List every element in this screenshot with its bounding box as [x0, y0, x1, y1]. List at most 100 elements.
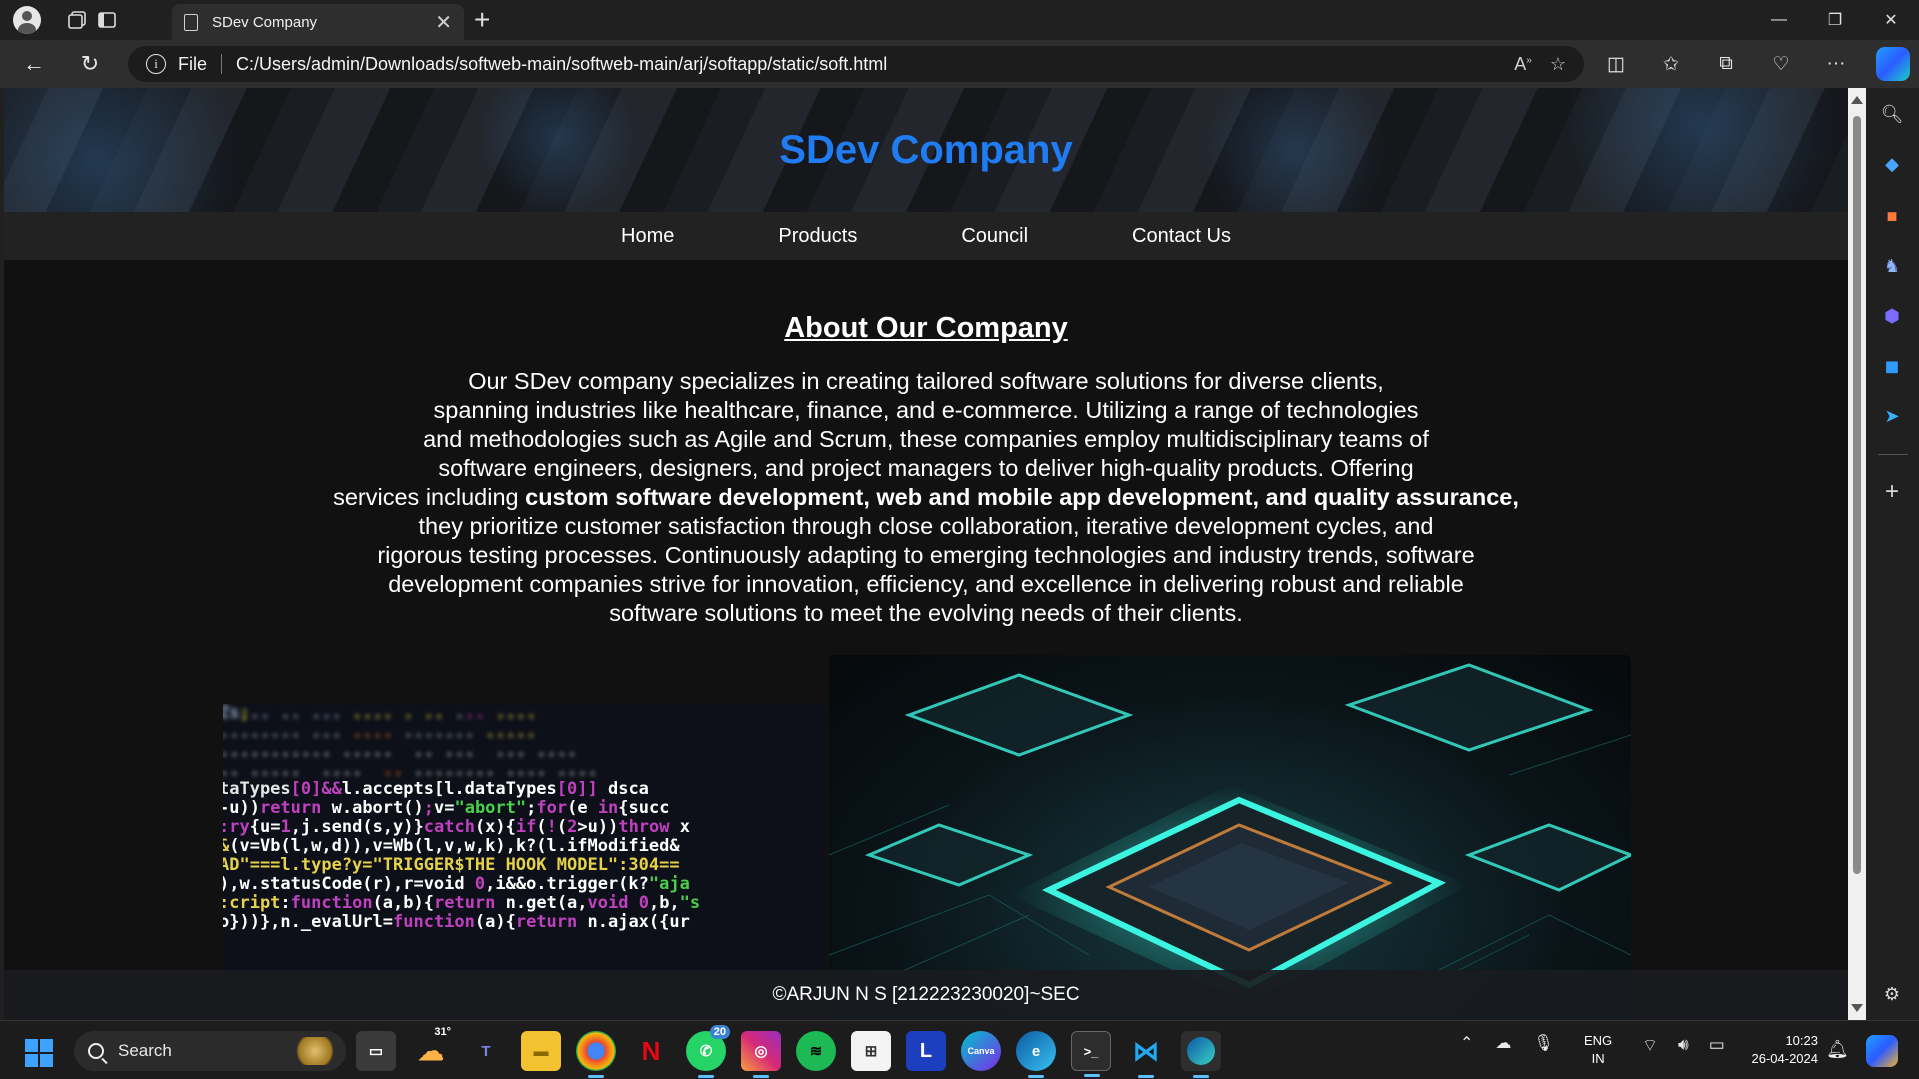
about-paragraph: Our SDev company specializes in creating…	[286, 367, 1566, 628]
edge-sidebar: 🔍︎ ◆ ■ ♞ ⬢ ◼ ➤ + ⚙	[1866, 88, 1919, 1020]
about-line-prefix: services including	[333, 484, 526, 510]
games-icon[interactable]: ♞	[1876, 250, 1908, 282]
address-url[interactable]: C:/Users/admin/Downloads/softweb-main/so…	[236, 54, 887, 75]
nav-link-council[interactable]: Council	[909, 225, 1080, 248]
favorite-star-icon[interactable]: ☆	[1550, 54, 1566, 75]
sidebar-settings-gear-icon[interactable]: ⚙	[1876, 978, 1908, 1010]
send-icon[interactable]: ➤	[1876, 400, 1908, 432]
browser-title-bar: SDev Company ✕ + — ❐ ✕	[0, 0, 1919, 40]
address-scheme-label: File	[178, 53, 208, 74]
microsoft-store-icon[interactable]: ⊞	[851, 1031, 891, 1071]
about-line: development companies strive for innovat…	[388, 571, 1464, 597]
shopping-tag-icon[interactable]: ◆	[1876, 148, 1908, 180]
close-window-icon[interactable]: ✕	[1863, 0, 1919, 40]
vscode-icon[interactable]: ⋈	[1126, 1031, 1166, 1078]
about-line: services including custom software devel…	[286, 483, 1566, 512]
browser-essentials-icon[interactable]: ♡	[1765, 48, 1797, 80]
microphone-icon[interactable]: 🎙︎	[1533, 1033, 1553, 1053]
copilot-taskbar-icon[interactable]	[1866, 1035, 1898, 1067]
outlook-icon[interactable]: ◼	[1876, 350, 1908, 382]
nav-link-contact-us[interactable]: Contact Us	[1080, 225, 1283, 248]
profile-avatar-icon[interactable]	[12, 5, 42, 35]
circuit-chip-image	[829, 655, 1631, 1020]
nav-link-home[interactable]: Home	[569, 225, 726, 248]
onedrive-icon[interactable]: ☁	[1495, 1033, 1511, 1053]
clock-time: 10:23	[1785, 1033, 1818, 1048]
page-header: SDev Company	[4, 88, 1848, 212]
collections-icon[interactable]: ⧉	[1710, 48, 1742, 80]
address-bar[interactable]: i File C:/Users/admin/Downloads/softweb-…	[128, 46, 1584, 82]
search-label: Search	[118, 1041, 172, 1060]
wifi-icon[interactable]: ⌔	[1642, 1035, 1658, 1056]
new-tab-button[interactable]: +	[474, 6, 490, 34]
about-line: rigorous testing processes. Continuously…	[377, 542, 1475, 568]
address-bar-row: ← ↻ i File C:/Users/admin/Downloads/soft…	[0, 40, 1919, 88]
nav-link-products[interactable]: Products	[726, 225, 909, 248]
whatsapp-badge: 20	[709, 1025, 730, 1039]
about-services-bold: custom software development, web and mob…	[525, 484, 1519, 510]
page-footer: ©ARJUN N S [212223230020]~SEC	[4, 970, 1848, 1020]
about-line: software engineers, designers, and proje…	[438, 455, 1414, 481]
copilot-sidebar-icon[interactable]: ⬢	[1876, 300, 1908, 332]
scroll-down-icon[interactable]	[1851, 1004, 1863, 1012]
page-scrollbar[interactable]	[1848, 88, 1866, 1020]
main-nav: Home Products Council Contact Us	[4, 212, 1848, 260]
copilot-icon[interactable]	[1876, 47, 1910, 81]
about-line: Our SDev company specializes in creating…	[468, 368, 1384, 394]
workspaces-icon[interactable]	[62, 5, 92, 35]
tab-title: SDev Company	[212, 13, 318, 31]
about-heading: About Our Company	[784, 312, 1068, 344]
minimize-icon[interactable]: —	[1751, 0, 1807, 40]
page-icon	[184, 13, 198, 31]
teams-icon[interactable]: T	[466, 1031, 506, 1071]
battery-icon[interactable]: ▭	[1709, 1035, 1725, 1056]
refresh-icon[interactable]: ↻	[74, 48, 106, 80]
restore-icon[interactable]: ❐	[1807, 0, 1863, 40]
volume-icon[interactable]: 🔊︎	[1678, 1035, 1689, 1056]
back-arrow-icon[interactable]: ←	[18, 48, 50, 80]
windows-start-icon[interactable]	[25, 1039, 53, 1067]
canva-icon[interactable]: Canva	[961, 1031, 1001, 1071]
edge-active-icon[interactable]	[1181, 1031, 1221, 1078]
edge-icon[interactable]: e	[1016, 1031, 1056, 1078]
weather-icon[interactable]: ☁ 31°	[411, 1026, 451, 1071]
sidebar-search-icon[interactable]: 🔍︎	[1876, 98, 1908, 130]
input-language-indicator[interactable]: ENG IN	[1584, 1032, 1612, 1068]
tools-briefcase-icon[interactable]: ■	[1876, 200, 1908, 232]
l-app-icon[interactable]: L	[906, 1031, 946, 1071]
tab-sdev-company[interactable]: SDev Company ✕	[172, 4, 464, 40]
web-page: SDev Company Home Products Council Conta…	[4, 88, 1848, 1020]
netflix-icon[interactable]: N	[631, 1031, 671, 1071]
add-sidebar-app-icon[interactable]: +	[1876, 476, 1908, 508]
search-icon	[88, 1043, 104, 1059]
notifications-icon[interactable]: 🔔︎	[1826, 1039, 1849, 1060]
clock-date: 26-04-2024	[1751, 1051, 1819, 1066]
task-view-icon[interactable]: ▭	[356, 1031, 396, 1071]
tab-actions-icon[interactable]	[92, 5, 122, 35]
site-info-icon[interactable]: i	[146, 54, 166, 74]
taskbar-search-box[interactable]: Search	[74, 1031, 346, 1071]
about-line: and methodologies such as Agile and Scru…	[423, 426, 1429, 452]
windows-taskbar: Search ▭ ☁ 31° T ▬ N ✆ 20 ◎ ≋ ⊞ L Canva e …	[0, 1020, 1919, 1079]
scroll-thumb[interactable]	[1853, 116, 1861, 874]
show-hidden-icons-chevron-icon[interactable]: ⌃	[1460, 1033, 1473, 1053]
site-title: SDev Company	[779, 128, 1073, 172]
search-highlight-icon	[292, 1037, 338, 1065]
about-line: they prioritize customer satisfaction th…	[418, 513, 1434, 539]
about-line: software solutions to meet the evolving …	[609, 600, 1243, 626]
close-tab-icon[interactable]: ✕	[435, 10, 452, 35]
system-clock[interactable]: 10:23 26-04-2024	[1736, 1032, 1819, 1068]
instagram-icon[interactable]: ◎	[741, 1031, 781, 1078]
split-screen-icon[interactable]: ◫	[1600, 48, 1632, 80]
more-menu-icon[interactable]: ···	[1820, 48, 1852, 80]
weather-temp: 31°	[434, 1026, 451, 1038]
favorites-icon[interactable]: ✩	[1655, 48, 1687, 80]
terminal-icon[interactable]: >_	[1071, 1031, 1111, 1077]
read-aloud-icon[interactable]: A»	[1514, 54, 1532, 75]
scroll-up-icon[interactable]	[1851, 96, 1863, 104]
spotify-icon[interactable]: ≋	[796, 1031, 836, 1071]
whatsapp-icon[interactable]: ✆ 20	[686, 1025, 730, 1078]
file-explorer-icon[interactable]: ▬	[521, 1031, 561, 1071]
chrome-icon[interactable]	[576, 1031, 616, 1078]
lang-code: ENG	[1584, 1033, 1613, 1048]
